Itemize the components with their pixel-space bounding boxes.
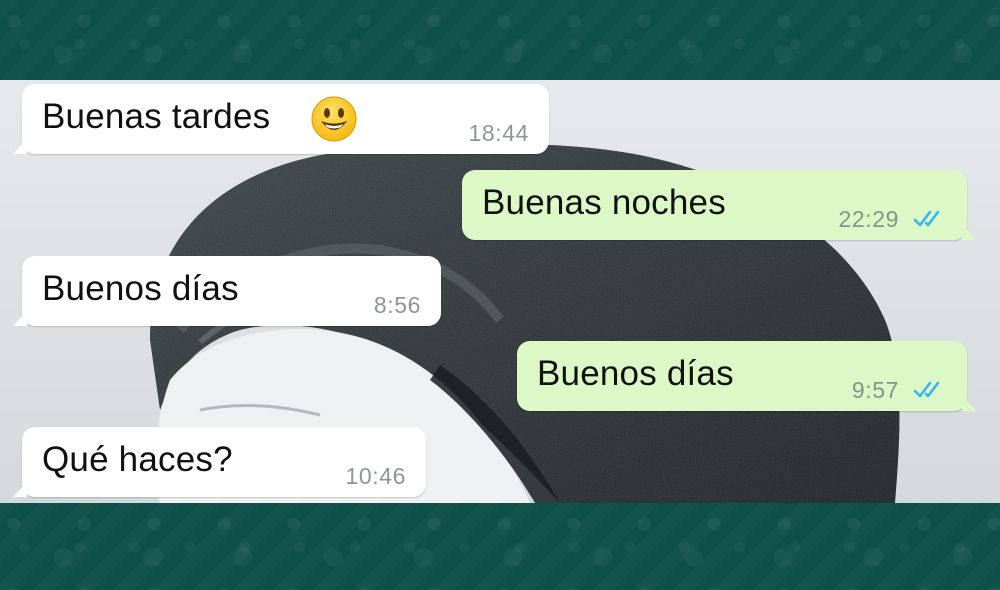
message-text: Qué haces?	[42, 440, 233, 479]
bottom-frame-band	[0, 503, 1000, 590]
message-text: Buenos días	[42, 269, 239, 308]
read-double-check-icon	[913, 210, 940, 227]
bubble-tail	[13, 139, 27, 154]
bubble-tail	[962, 396, 976, 411]
message-timestamp: 22:29	[838, 205, 899, 232]
message-text: Buenas tardes	[42, 97, 271, 136]
smiley-emoji-icon	[311, 96, 357, 142]
message-timestamp: 18:44	[468, 119, 529, 146]
bubble-tail	[13, 482, 27, 497]
message-bubble-incoming[interactable]: Buenos días 8:56	[13, 256, 441, 326]
message-bubble-outgoing[interactable]: Buenas noches 22:29	[462, 170, 976, 240]
bubble-tail	[962, 225, 976, 240]
message-bubble-incoming[interactable]: Qué haces? 10:46	[13, 427, 426, 497]
chat-area: Buenas tardes 18:44 Buenas noches 22:29	[0, 80, 1000, 503]
message-bubble-outgoing[interactable]: Buenos días 9:57	[517, 341, 976, 411]
message-meta: 22:29	[838, 204, 947, 234]
message-meta: 18:44	[468, 118, 529, 148]
message-timestamp: 10:46	[345, 462, 406, 489]
message-text: Buenas noches	[482, 183, 726, 222]
read-double-check-icon	[913, 381, 940, 398]
top-frame-band	[0, 0, 1000, 80]
message-timestamp: 9:57	[851, 376, 899, 403]
message-meta: 9:57	[852, 375, 947, 405]
message-meta: 8:56	[374, 290, 421, 320]
message-timestamp: 8:56	[373, 291, 421, 318]
message-meta: 10:46	[345, 461, 406, 491]
message-bubble-incoming[interactable]: Buenas tardes 18:44	[13, 84, 549, 154]
message-text: Buenos días	[537, 354, 734, 393]
bubble-tail	[13, 311, 27, 326]
